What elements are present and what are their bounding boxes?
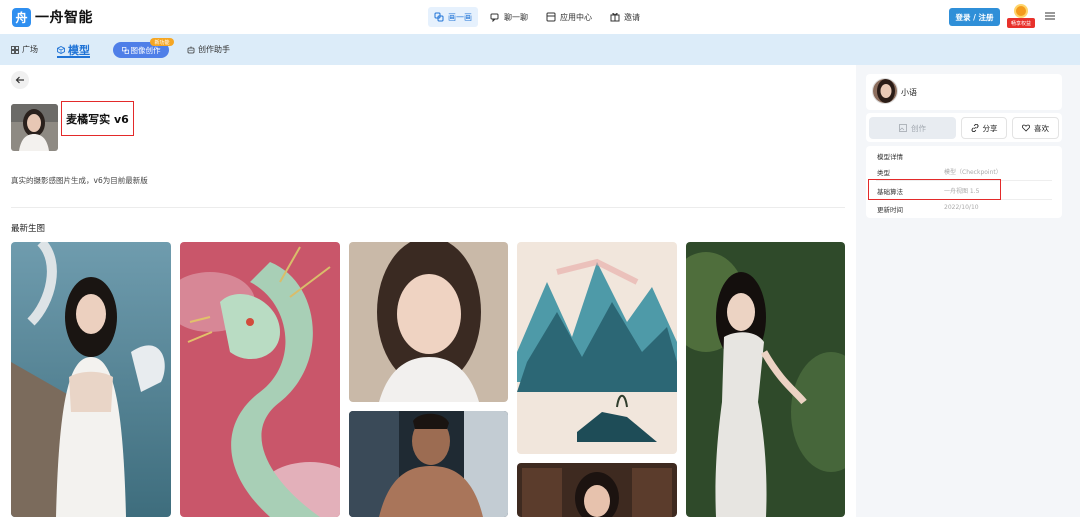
algorithm-highlight-box <box>868 179 1001 200</box>
promo-badge: 畅享权益 <box>1007 18 1035 28</box>
nav-invite[interactable]: 邀请 <box>604 7 646 27</box>
nav-draw-label: 画一画 <box>448 12 472 22</box>
create-button[interactable]: 创作 <box>869 117 956 139</box>
grid-icon <box>11 45 19 54</box>
model-name: 麦橘写实 v6 <box>66 112 129 126</box>
tab-plaza[interactable]: 广场 <box>11 34 38 65</box>
model-description: 真实的摄影感图片生成，v6为目前最新版 <box>11 176 148 185</box>
author-avatar[interactable] <box>872 78 898 104</box>
detail-updated-value: 2022/10/10 <box>944 204 979 211</box>
nav-draw[interactable]: 画一画 <box>428 7 478 27</box>
nav-chat[interactable]: 聊一聊 <box>484 7 534 27</box>
gallery-image-ink-mountains[interactable] <box>517 242 677 454</box>
arrow-left-icon <box>15 76 24 84</box>
coin-icon <box>1014 4 1028 18</box>
robot-icon <box>187 46 195 53</box>
gallery-image-dragon[interactable] <box>180 242 340 517</box>
model-cover-image <box>11 104 58 151</box>
chat-icon <box>490 13 499 22</box>
link-icon <box>971 124 978 132</box>
nav-invite-label: 邀请 <box>624 12 640 22</box>
brand-logo[interactable]: 舟 一舟智能 <box>12 7 93 27</box>
gallery-image-woman-sea[interactable] <box>11 242 171 517</box>
image-icon <box>899 124 907 132</box>
brush-icon <box>121 46 129 54</box>
benefits-promo[interactable]: 畅享权益 <box>1007 4 1035 30</box>
tab-model[interactable]: 模型 <box>57 34 90 65</box>
nav-apps[interactable]: 应用中心 <box>540 7 598 27</box>
top-header: 舟 一舟智能 画一画 聊一聊 应用中心 邀请 登录 / 注册 畅享权益 <box>0 0 1080 34</box>
new-feature-badge: 新功能 <box>150 38 174 46</box>
detail-type-label: 类型 <box>877 169 890 177</box>
section-divider <box>11 207 845 208</box>
like-button[interactable]: 喜欢 <box>1012 117 1059 139</box>
back-button[interactable] <box>11 71 29 89</box>
latest-images-heading: 最新生图 <box>11 224 46 234</box>
detail-updated-label: 更新时间 <box>877 206 903 214</box>
nav-chat-label: 聊一聊 <box>504 12 528 22</box>
like-label: 喜欢 <box>1034 123 1049 133</box>
model-title: 麦橘写实 v6 <box>61 101 134 136</box>
tab-plaza-label: 广场 <box>22 45 38 54</box>
nav-apps-label: 应用中心 <box>560 12 592 22</box>
tab-assistant[interactable]: 创作助手 <box>187 34 230 65</box>
details-title: 模型详情 <box>877 153 903 161</box>
gift-icon <box>610 13 620 22</box>
active-tab-underline <box>57 56 90 58</box>
image-create-label: 图像创作 <box>130 45 161 55</box>
heart-icon <box>1022 124 1030 132</box>
gallery-image-woman-garden[interactable] <box>686 242 845 517</box>
gallery-image-girl-portrait[interactable] <box>349 242 508 402</box>
create-label: 创作 <box>911 123 926 133</box>
hamburger-menu-icon[interactable] <box>1045 11 1055 21</box>
tab-assistant-label: 创作助手 <box>198 45 230 54</box>
apps-icon <box>546 12 556 22</box>
share-button[interactable]: 分享 <box>961 117 1007 139</box>
logo-mark-icon: 舟 <box>12 7 31 27</box>
cube-icon <box>57 45 65 54</box>
author-name[interactable]: 小语 <box>901 87 917 98</box>
palette-icon <box>434 12 444 22</box>
detail-type-value: 模型（Checkpoint） <box>944 169 1002 176</box>
share-label: 分享 <box>982 123 998 133</box>
brand-name: 一舟智能 <box>35 10 93 26</box>
login-register-button[interactable]: 登录 / 注册 <box>949 8 1000 26</box>
main-nav: 画一画 聊一聊 应用中心 邀请 <box>428 7 646 27</box>
gallery-image-man-portrait[interactable] <box>349 411 508 517</box>
gallery-image-girl-library[interactable] <box>517 463 677 517</box>
